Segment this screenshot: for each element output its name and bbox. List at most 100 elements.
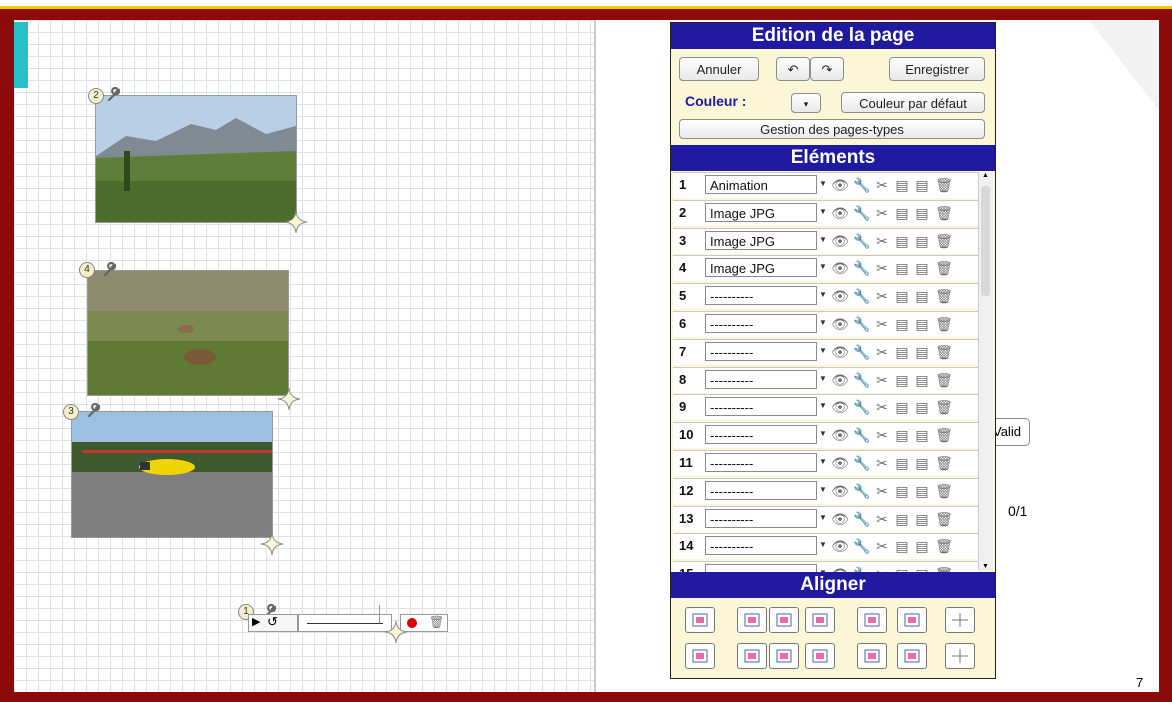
scroll-down-icon[interactable]: ▼ <box>982 563 989 570</box>
wrench-icon[interactable]: 🔧 <box>853 398 871 416</box>
copy-icon[interactable]: ▤ <box>893 315 911 333</box>
copy-icon[interactable]: ▤ <box>893 232 911 250</box>
wrench-icon[interactable]: 🔧 <box>853 371 871 389</box>
redo-button[interactable]: ↷ <box>810 57 844 81</box>
element-type-select[interactable]: Image JPG <box>705 258 817 278</box>
paste-icon[interactable]: ▤ <box>913 482 931 500</box>
valid-button[interactable]: Valid <box>993 418 1030 446</box>
wrench-icon[interactable]: 🔧 <box>853 287 871 305</box>
element-type-select[interactable]: ---------- <box>705 480 817 500</box>
paste-icon[interactable]: ▤ <box>913 510 931 528</box>
align-top-button[interactable] <box>685 607 715 633</box>
trash-icon[interactable]: 🗑 <box>935 482 953 500</box>
chevron-down-icon[interactable]: ▼ <box>819 374 827 383</box>
scissors-icon[interactable]: ✂ <box>873 176 891 194</box>
scissors-icon[interactable]: ✂ <box>873 426 891 444</box>
chevron-down-icon[interactable]: ▼ <box>819 346 827 355</box>
copy-icon[interactable]: ▤ <box>893 371 911 389</box>
trash-icon[interactable]: 🗑 <box>429 615 444 629</box>
paste-icon[interactable]: ▤ <box>913 454 931 472</box>
chevron-down-icon[interactable]: ▼ <box>819 429 827 438</box>
wrench-icon[interactable]: 🔧 <box>853 315 871 333</box>
elements-scrollbar[interactable]: ▲ ▼ <box>978 172 993 570</box>
element-type-select[interactable]: ---------- <box>705 286 817 306</box>
wrench-icon[interactable]: 🔧 <box>853 204 871 222</box>
paste-icon[interactable]: ▤ <box>913 232 931 250</box>
copy-icon[interactable]: ▤ <box>893 454 911 472</box>
paste-icon[interactable]: ▤ <box>913 398 931 416</box>
chevron-down-icon[interactable]: ▼ <box>819 207 827 216</box>
trash-icon[interactable]: 🗑 <box>935 426 953 444</box>
wrench-icon[interactable]: 🔧 <box>853 343 871 361</box>
chevron-down-icon[interactable]: ▼ <box>819 262 827 271</box>
grid-button[interactable] <box>945 607 975 633</box>
element-type-select[interactable]: ---------- <box>705 369 817 389</box>
scissors-icon[interactable]: ✂ <box>873 259 891 277</box>
record-icon[interactable] <box>407 618 417 628</box>
resize-handle-icon[interactable] <box>384 620 408 644</box>
element-type-select[interactable]: ---------- <box>705 536 817 556</box>
chevron-down-icon[interactable]: ▼ <box>819 179 827 188</box>
copy-icon[interactable]: ▤ <box>893 343 911 361</box>
copy-icon[interactable]: ▤ <box>893 426 911 444</box>
align-left-edge-button[interactable] <box>685 643 715 669</box>
image-plane[interactable] <box>71 411 273 538</box>
wrench-icon[interactable] <box>86 403 102 419</box>
resize-handle-icon[interactable] <box>277 387 301 411</box>
eye-icon[interactable]: 👁 <box>831 426 849 444</box>
paste-icon[interactable]: ▤ <box>913 343 931 361</box>
element-type-select[interactable]: ---------- <box>705 508 817 528</box>
distribute-h2-button[interactable] <box>897 607 927 633</box>
image-mountains[interactable] <box>95 95 297 223</box>
element-badge[interactable]: 4 <box>79 262 95 278</box>
trash-icon[interactable]: 🗑 <box>935 315 953 333</box>
wrench-icon[interactable]: 🔧 <box>853 482 871 500</box>
align-left-button[interactable] <box>737 607 767 633</box>
element-type-select[interactable]: Animation <box>705 175 817 194</box>
paste-icon[interactable]: ▤ <box>913 259 931 277</box>
element-badge[interactable]: 3 <box>63 404 79 420</box>
wrench-icon[interactable]: 🔧 <box>853 537 871 555</box>
eye-icon[interactable]: 👁 <box>831 398 849 416</box>
eye-icon[interactable]: 👁 <box>831 343 849 361</box>
element-badge[interactable]: 2 <box>88 88 104 104</box>
wrench-icon[interactable]: 🔧 <box>853 259 871 277</box>
eye-icon[interactable]: 👁 <box>831 537 849 555</box>
timeline-marker[interactable] <box>379 605 380 623</box>
eye-icon[interactable]: 👁 <box>831 259 849 277</box>
element-type-select[interactable]: ---------- <box>705 341 817 361</box>
element-type-select[interactable]: Image JPG <box>705 202 817 222</box>
eye-icon[interactable]: 👁 <box>831 315 849 333</box>
scissors-icon[interactable]: ✂ <box>873 454 891 472</box>
eye-icon[interactable]: 👁 <box>831 176 849 194</box>
trash-icon[interactable]: 🗑 <box>935 537 953 555</box>
chevron-down-icon[interactable]: ▼ <box>819 290 827 299</box>
paste-icon[interactable]: ▤ <box>913 176 931 194</box>
paste-icon[interactable]: ▤ <box>913 204 931 222</box>
trash-icon[interactable]: 🗑 <box>935 204 953 222</box>
play-icon[interactable]: ▶ <box>252 615 260 628</box>
paste-icon[interactable]: ▤ <box>913 371 931 389</box>
eye-icon[interactable]: 👁 <box>831 454 849 472</box>
rewind-icon[interactable]: ↺ <box>267 614 278 630</box>
trash-icon[interactable]: 🗑 <box>935 176 953 194</box>
align-top-edge-button[interactable] <box>737 643 767 669</box>
paste-icon[interactable]: ▤ <box>913 426 931 444</box>
undo-button[interactable]: ↶ <box>776 57 810 81</box>
copy-icon[interactable]: ▤ <box>893 482 911 500</box>
scissors-icon[interactable]: ✂ <box>873 315 891 333</box>
align-center-h-button[interactable] <box>769 607 799 633</box>
copy-icon[interactable]: ▤ <box>893 259 911 277</box>
element-type-select[interactable]: ---------- <box>705 452 817 472</box>
scissors-icon[interactable]: ✂ <box>873 537 891 555</box>
eye-icon[interactable]: 👁 <box>831 232 849 250</box>
wrench-icon[interactable]: 🔧 <box>853 454 871 472</box>
crosshair-button[interactable] <box>945 643 975 669</box>
paste-icon[interactable]: ▤ <box>913 537 931 555</box>
wrench-icon[interactable]: 🔧 <box>853 426 871 444</box>
copy-icon[interactable]: ▤ <box>893 176 911 194</box>
cancel-button[interactable]: Annuler <box>679 57 759 81</box>
trash-icon[interactable]: 🗑 <box>935 454 953 472</box>
trash-icon[interactable]: 🗑 <box>935 371 953 389</box>
element-type-select[interactable]: ---------- <box>705 397 817 417</box>
